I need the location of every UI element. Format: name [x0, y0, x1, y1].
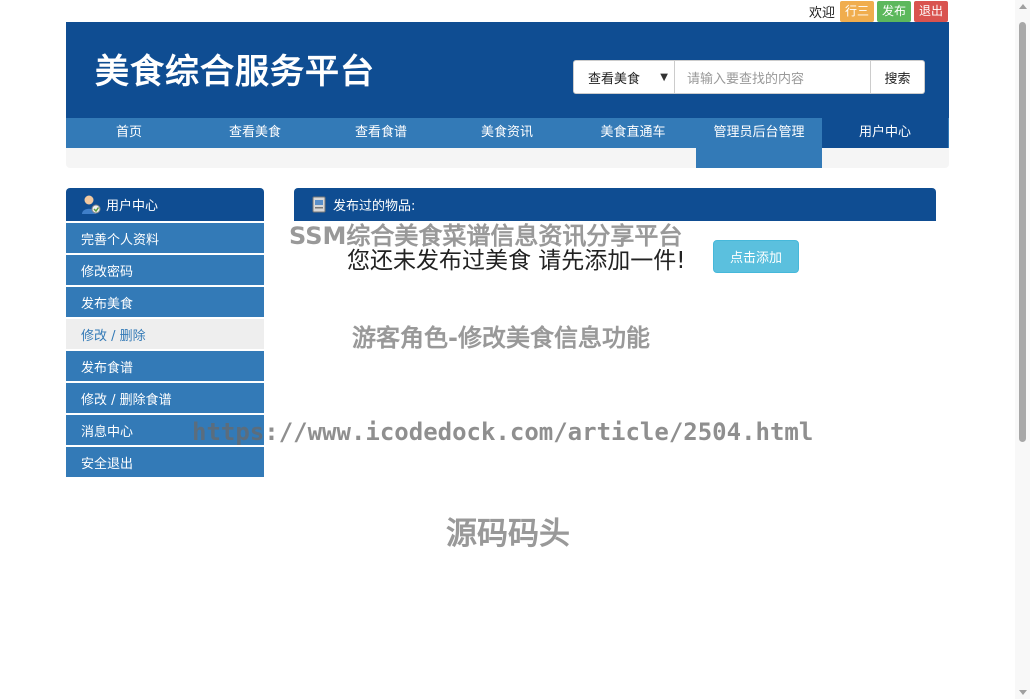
- search-input[interactable]: 请输入要查找的内容: [675, 60, 871, 94]
- logout-button[interactable]: 退出: [913, 0, 948, 22]
- nav-item-view-recipes[interactable]: 查看食谱: [318, 118, 444, 148]
- user-bar: 欢迎 行三 发布 退出: [809, 0, 948, 22]
- scrollbar-thumb[interactable]: [1019, 22, 1026, 442]
- search-box: 查看美食 ▼ 请输入要查找的内容 搜索: [573, 60, 925, 94]
- main-nav: 首页 查看美食 查看食谱 美食资讯 美食直通车 管理员后台管理 用户中心: [66, 118, 949, 168]
- site-header: 美食综合服务平台 查看美食 ▼ 请输入要查找的内容 搜索: [66, 22, 949, 118]
- post-button[interactable]: 发布: [876, 0, 911, 22]
- welcome-text: 欢迎: [808, 5, 835, 21]
- watermark-subtitle: 游客角色-修改美食信息功能: [352, 324, 650, 352]
- sidebar-header: 用户中心: [66, 188, 264, 221]
- sidebar-item-password[interactable]: 修改密码: [66, 255, 264, 285]
- nav-item-food-news[interactable]: 美食资讯: [444, 118, 570, 148]
- scroll-up-arrow-icon[interactable]: [1019, 4, 1027, 9]
- site-title: 美食综合服务平台: [95, 52, 375, 92]
- sidebar-item-post-recipe[interactable]: 发布食谱: [66, 351, 264, 381]
- nav-item-user-center[interactable]: 用户中心: [822, 118, 948, 148]
- sidebar-item-edit-recipe[interactable]: 修改 / 删除食谱: [66, 383, 264, 413]
- watermark-title: SSM综合美食菜谱信息资讯分享平台: [289, 222, 683, 250]
- nav-item-food-express[interactable]: 美食直通车: [570, 118, 696, 148]
- page: 欢迎 行三 发布 退出 美食综合服务平台 查看美食 ▼ 请输入要查找的内容 搜索…: [0, 0, 1030, 699]
- search-button[interactable]: 搜索: [871, 60, 925, 94]
- chevron-down-icon: ▼: [660, 71, 668, 83]
- document-icon: [312, 196, 326, 213]
- vertical-scrollbar[interactable]: [1015, 0, 1030, 699]
- search-category-value: 查看美食: [588, 71, 641, 87]
- main-panel-title: 发布过的物品:: [333, 199, 416, 214]
- watermark-brand: 源码码头: [446, 516, 570, 552]
- nav-bar-wrapper: 首页 查看美食 查看食谱 美食资讯 美食直通车 管理员后台管理 用户中心: [66, 118, 949, 168]
- sidebar-item-logout[interactable]: 安全退出: [66, 447, 264, 477]
- sidebar-item-profile[interactable]: 完善个人资料: [66, 223, 264, 253]
- search-category-select[interactable]: 查看美食 ▼: [573, 60, 675, 94]
- watermark-url: https://www.icodedock.com/article/2504.h…: [192, 418, 814, 446]
- sidebar-item-post-food[interactable]: 发布美食: [66, 287, 264, 317]
- scroll-down-arrow-icon[interactable]: [1019, 690, 1027, 695]
- sidebar-item-edit-food[interactable]: 修改 / 删除: [66, 319, 264, 349]
- nav-item-home[interactable]: 首页: [66, 118, 192, 148]
- username-button[interactable]: 行三: [839, 0, 874, 22]
- add-item-button[interactable]: 点击添加: [713, 240, 799, 273]
- user-icon: [82, 195, 101, 214]
- sidebar-title: 用户中心: [106, 199, 159, 214]
- nav-item-admin[interactable]: 管理员后台管理: [696, 118, 822, 168]
- nav-item-view-food[interactable]: 查看美食: [192, 118, 318, 148]
